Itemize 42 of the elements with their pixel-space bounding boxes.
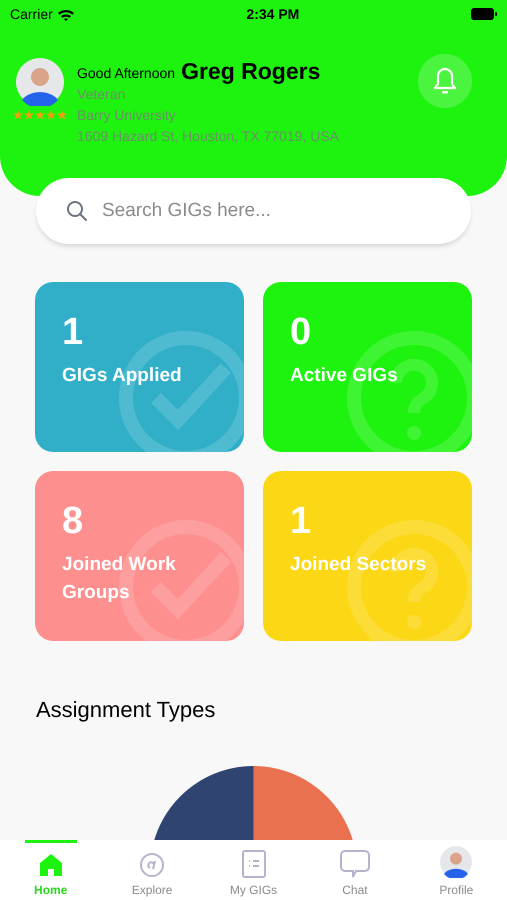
battery-icon — [470, 8, 497, 20]
star-icon — [35, 110, 45, 120]
stat-label: GIGs Applied — [62, 364, 183, 388]
stat-label: Active GIGs — [290, 364, 399, 388]
search-field[interactable]: Search GIGs here... — [36, 178, 471, 244]
star-icon — [13, 110, 23, 120]
avatar — [440, 846, 472, 878]
tab[interactable]: Explore — [101, 840, 203, 900]
greeting-text: Good Afternoon — [77, 64, 176, 83]
stat-count: 8 — [62, 499, 84, 543]
search-icon — [66, 200, 88, 222]
wifi-icon — [56, 8, 75, 20]
profile-detail: Veteran — [77, 85, 126, 104]
bell-icon — [433, 67, 457, 95]
chat-bubble-icon — [340, 850, 370, 878]
stat-card[interactable]: 1 Joined Sectors — [263, 471, 472, 641]
section-title: Assignment Types — [35, 696, 216, 724]
star-icon — [57, 110, 67, 120]
profile-detail: Barry University — [77, 106, 177, 125]
tab[interactable]: My GIGs — [202, 840, 304, 900]
carrier-label: Carrier — [10, 4, 53, 24]
stat-count: 0 — [290, 310, 312, 354]
star-icon — [24, 110, 34, 120]
stat-label: Joined Sectors — [290, 553, 428, 577]
user-name: Greg Rogers — [181, 58, 320, 84]
stat-card[interactable]: 8 Joined Work Groups — [35, 471, 244, 641]
stat-count: 1 — [62, 310, 84, 354]
profile-detail: 1609 Hazard St, Houston, TX 77019, USA — [77, 127, 340, 146]
tab[interactable]: Profile — [406, 840, 507, 900]
avatar — [16, 58, 64, 106]
at-sign-icon — [139, 852, 166, 878]
tab[interactable]: Chat — [304, 840, 406, 900]
star-icon — [46, 110, 56, 120]
home-icon — [38, 852, 64, 878]
status-time: 2:34 PM — [246, 4, 300, 24]
list-icon — [242, 850, 266, 878]
stat-count: 1 — [290, 499, 312, 543]
tab[interactable]: Home — [0, 840, 102, 900]
stat-card[interactable]: 0 Active GIGs — [263, 282, 472, 452]
stat-card[interactable]: 1 GIGs Applied — [35, 282, 244, 452]
notification-button[interactable] — [418, 54, 472, 108]
stat-label: Joined Work Groups — [62, 553, 177, 605]
